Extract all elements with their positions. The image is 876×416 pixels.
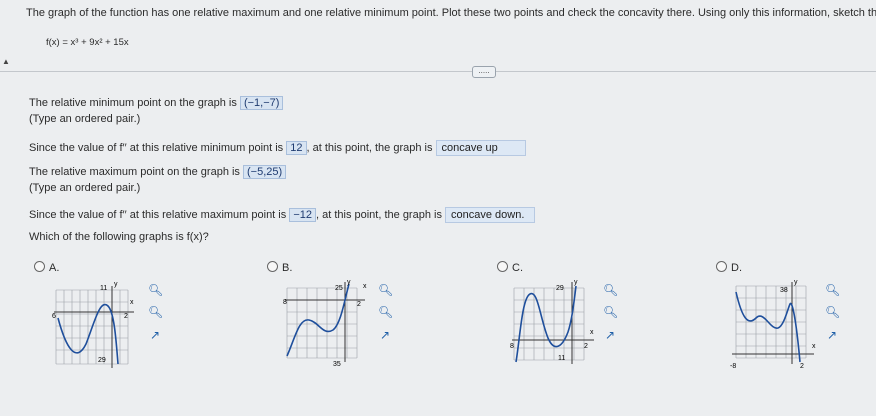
zoom-out-icon[interactable]: 🔍︎: [148, 305, 163, 319]
side-marker: ▲: [2, 57, 10, 66]
min-concavity-middle: , at this point, the graph is: [306, 142, 433, 154]
max-concavity-middle: , at this point, the graph is: [315, 209, 442, 221]
max-fpp-answer[interactable]: −12: [289, 208, 316, 222]
max-concavity-text: Since the value of f′′ at this relative …: [29, 209, 287, 221]
graph-c-right-label: 2: [584, 343, 588, 350]
graph-c-left-label: 8: [510, 343, 514, 350]
zoom-in-icon[interactable]: 🔍︎: [825, 283, 840, 297]
graph-b-right-label: 2: [357, 301, 361, 308]
graph-a-y-label: y: [114, 281, 118, 288]
expand-icon[interactable]: ↗: [378, 328, 392, 342]
which-graph-question: Which of the following graphs is f(x)?: [29, 231, 209, 243]
graph-c: 29 8 2 11 x y: [510, 279, 594, 364]
graph-b-top-label: 25: [335, 285, 343, 292]
option-d[interactable]: D.: [716, 261, 742, 274]
graph-d-top-label: 38: [780, 287, 788, 294]
graph-d-left-label: -8: [730, 363, 736, 370]
graph-d-x-label: x: [812, 343, 816, 350]
option-d-label: D.: [731, 262, 742, 274]
zoom-out-icon[interactable]: 🔍︎: [378, 305, 393, 319]
option-b-label: B.: [282, 262, 293, 274]
max-concavity-dropdown[interactable]: concave down.: [445, 207, 536, 223]
option-d-radio[interactable]: [716, 261, 727, 272]
option-b[interactable]: B.: [267, 261, 292, 274]
zoom-out-icon[interactable]: 🔍︎: [603, 305, 618, 319]
min-concavity-dropdown[interactable]: concave up: [435, 140, 526, 156]
relative-min-row: The relative minimum point on the graph …: [29, 96, 284, 110]
relative-max-hint: (Type an ordered pair.): [29, 182, 141, 194]
graph-d: 38 -8 2 x y: [730, 279, 816, 370]
expand-icon[interactable]: ↗: [603, 328, 617, 342]
graph-a-right-label: 2: [124, 313, 128, 320]
max-concavity-row: Since the value of f′′ at this relative …: [29, 207, 536, 223]
min-fpp-answer[interactable]: 12: [286, 141, 307, 155]
graph-c-x-label: x: [590, 329, 594, 336]
option-c-radio[interactable]: [497, 261, 508, 272]
relative-min-answer[interactable]: (−1,−7): [239, 96, 284, 110]
graph-d-y-label: y: [794, 279, 798, 286]
graph-a-bottom-label: 29: [98, 357, 106, 364]
graph-b-bottom-label: 35: [333, 361, 341, 368]
graph-b-y-label: y: [347, 279, 351, 286]
relative-min-hint: (Type an ordered pair.): [29, 113, 141, 125]
graph-c-bottom-label: 11: [558, 355, 565, 362]
option-a[interactable]: A.: [34, 261, 59, 274]
relative-max-label: The relative maximum point on the graph …: [29, 166, 240, 178]
graph-c-y-label: y: [574, 279, 578, 286]
option-c[interactable]: C.: [497, 261, 523, 274]
section-divider: [0, 71, 876, 72]
zoom-in-icon[interactable]: 🔍︎: [603, 283, 618, 297]
option-a-radio[interactable]: [34, 261, 45, 272]
expand-icon[interactable]: ↗: [148, 328, 162, 342]
min-concavity-row: Since the value of f′′ at this relative …: [29, 140, 526, 156]
graph-b-x-label: x: [363, 283, 367, 290]
more-button[interactable]: .....: [472, 66, 496, 78]
graph-d-right-label: 2: [800, 363, 804, 370]
graph-a-left-label: 6: [52, 313, 56, 320]
relative-max-answer[interactable]: (−5,25): [243, 165, 287, 179]
zoom-out-icon[interactable]: 🔍︎: [825, 305, 840, 319]
relative-min-label: The relative minimum point on the graph …: [29, 97, 237, 109]
graph-b-left-label: 8: [283, 299, 287, 306]
graph-a-x-label: x: [130, 299, 134, 306]
question-prompt: The graph of the function has one relati…: [26, 7, 876, 19]
graph-a: 11 6 2 29 x y: [52, 281, 134, 368]
graph-b: 25 8 2 35 x y: [283, 279, 367, 368]
zoom-in-icon[interactable]: 🔍︎: [378, 283, 393, 297]
option-c-label: C.: [512, 262, 523, 274]
graph-c-top-label: 29: [556, 285, 564, 292]
function-formula: f(x) = x³ + 9x² + 15x: [46, 37, 129, 48]
min-concavity-text: Since the value of f′′ at this relative …: [29, 142, 284, 154]
option-a-label: A.: [49, 262, 60, 274]
relative-max-row: The relative maximum point on the graph …: [29, 165, 287, 179]
graph-a-top-label: 11: [100, 285, 107, 292]
zoom-in-icon[interactable]: 🔍︎: [148, 283, 163, 297]
expand-icon[interactable]: ↗: [825, 328, 839, 342]
option-b-radio[interactable]: [267, 261, 278, 272]
